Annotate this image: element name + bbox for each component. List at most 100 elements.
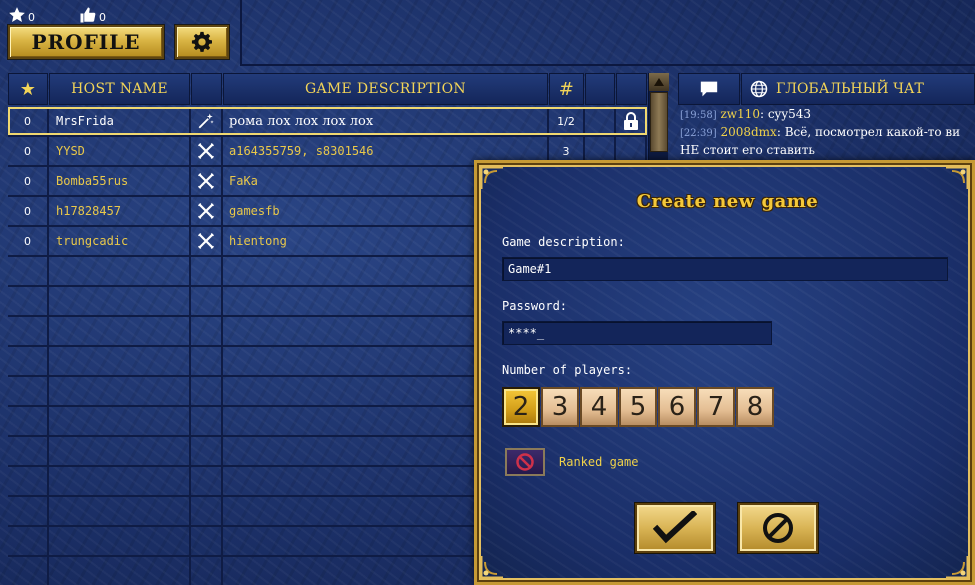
chat-header[interactable]: ГЛОБАЛЬНЫЙ ЧАТ (741, 73, 975, 105)
empty-cell (49, 467, 191, 497)
row-extra (585, 107, 616, 137)
cancel-icon (763, 513, 793, 543)
cancel-button[interactable] (738, 503, 818, 553)
header-mode[interactable] (191, 73, 222, 105)
empty-cell (191, 437, 223, 467)
row-player-count: 1/2 (549, 107, 585, 137)
profile-button[interactable]: PROFILE (8, 25, 164, 59)
players-option-2[interactable]: 2 (502, 387, 540, 427)
players-option-6[interactable]: 6 (658, 387, 696, 427)
likes-stat: 0 (79, 2, 106, 24)
players-option-5[interactable]: 5 (619, 387, 657, 427)
empty-cell (8, 497, 49, 527)
header-player-count[interactable]: # (549, 73, 584, 105)
empty-cell (49, 347, 191, 377)
stars-count: 0 (28, 11, 35, 24)
chat-message: [19:58] zw110: cyy543 (680, 107, 811, 121)
chat-toggle-button[interactable] (678, 73, 740, 105)
corner-ornament (479, 165, 503, 189)
header-host-name[interactable]: HOST NAME (49, 73, 190, 105)
row-host-name: Bomba55rus (49, 167, 191, 197)
header-extra[interactable] (585, 73, 615, 105)
header-rank[interactable]: ★ (8, 73, 48, 105)
empty-cell (49, 317, 191, 347)
players-selector: 2345678 (502, 387, 774, 427)
crossed-swords-icon (191, 227, 223, 257)
row-host-name: MrsFrida (49, 107, 191, 137)
row-host-name: YYSD (49, 137, 191, 167)
empty-cell (8, 437, 49, 467)
game-row[interactable]: 0 MrsFrida рома лох лох лох лох 1/2 (8, 107, 647, 137)
empty-cell (49, 557, 191, 585)
empty-cell (49, 497, 191, 527)
empty-cell (8, 257, 49, 287)
empty-cell (191, 287, 223, 317)
password-label: Password: (502, 299, 568, 313)
lock-icon (616, 107, 647, 137)
empty-cell (8, 557, 49, 585)
number-of-players-label: Number of players: (502, 363, 633, 377)
empty-cell (191, 527, 223, 557)
header-rank-icon: ★ (19, 78, 37, 100)
row-rank: 0 (8, 137, 49, 167)
crossed-swords-icon (191, 137, 223, 167)
confirm-button[interactable] (635, 503, 715, 553)
thumbs-up-icon (80, 7, 96, 23)
create-game-dialog: Create new game Game description: Game#1… (474, 160, 975, 585)
empty-cell (8, 467, 49, 497)
row-host-name: h17828457 (49, 197, 191, 227)
top-panel (240, 0, 975, 66)
game-description-input[interactable]: Game#1 (502, 257, 948, 281)
password-input[interactable]: ****_ (502, 321, 772, 345)
empty-cell (8, 407, 49, 437)
empty-cell (191, 467, 223, 497)
empty-cell (8, 527, 49, 557)
corner-ornament (479, 556, 503, 580)
empty-cell (49, 377, 191, 407)
globe-icon (750, 80, 768, 98)
row-host-name: trungcadic (49, 227, 191, 257)
empty-cell (8, 287, 49, 317)
players-option-4[interactable]: 4 (580, 387, 618, 427)
empty-cell (8, 377, 49, 407)
empty-cell (8, 347, 49, 377)
header-game-description[interactable]: GAME DESCRIPTION (223, 73, 548, 105)
empty-cell (191, 317, 223, 347)
empty-cell (49, 287, 191, 317)
prohibited-icon (516, 453, 534, 471)
likes-count: 0 (99, 11, 106, 24)
speech-bubble-icon (700, 81, 718, 97)
empty-cell (49, 527, 191, 557)
crossed-swords-icon (191, 167, 223, 197)
gear-icon (191, 31, 212, 52)
empty-cell (191, 347, 223, 377)
row-rank: 0 (8, 197, 49, 227)
ranked-game-label: Ranked game (559, 455, 639, 469)
dialog-title: Create new game (636, 191, 819, 212)
empty-cell (191, 407, 223, 437)
players-option-8[interactable]: 8 (736, 387, 774, 427)
chat-message: [22:39] 2008dmx: Всё, посмотрел какой-то… (680, 125, 961, 139)
magic-wand-icon (191, 107, 223, 137)
checkmark-icon (653, 511, 697, 544)
scroll-thumb[interactable] (650, 92, 668, 152)
row-rank: 0 (8, 107, 49, 137)
corner-ornament (946, 165, 970, 189)
chat-title: ГЛОБАЛЬНЫЙ ЧАТ (776, 81, 924, 97)
players-option-7[interactable]: 7 (697, 387, 735, 427)
settings-button[interactable] (175, 25, 229, 59)
row-game-description: рома лох лох лох лох (223, 107, 549, 137)
header-lock[interactable] (616, 73, 647, 105)
empty-cell (49, 407, 191, 437)
scroll-up-button[interactable] (649, 73, 669, 91)
corner-ornament (946, 556, 970, 580)
ranked-game-toggle[interactable] (505, 448, 545, 476)
chat-message: НЕ стоит его ставить (680, 143, 815, 157)
empty-cell (191, 257, 223, 287)
star-icon (9, 7, 25, 22)
empty-cell (49, 437, 191, 467)
players-option-3[interactable]: 3 (541, 387, 579, 427)
row-rank: 0 (8, 227, 49, 257)
empty-cell (191, 557, 223, 585)
crossed-swords-icon (191, 197, 223, 227)
